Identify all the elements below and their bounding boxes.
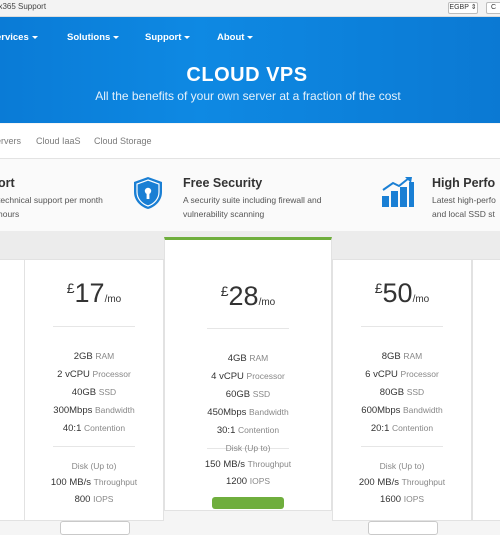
spec-ssd: 40GB SSD xyxy=(71,387,117,398)
spec-bandwidth: 450Mbps Bandwidth xyxy=(207,407,289,418)
page-subtitle: All the benefits of your own server at a… xyxy=(95,89,401,103)
chevron-down-icon xyxy=(31,35,38,39)
feature-desc-security-2: vulnerability scanning xyxy=(183,209,265,219)
spec-processor: 6 vCPU Processor xyxy=(365,369,439,380)
spec-contention: 40:1 Contention xyxy=(62,423,126,434)
divider xyxy=(53,326,135,327)
disk-heading: Disk (Up to) xyxy=(71,461,117,471)
feature-title-security: Free Security xyxy=(183,176,263,190)
subnav-item-servers[interactable]: ervers xyxy=(0,136,21,146)
spec-ssd: 80GB SSD xyxy=(379,387,425,398)
support-link[interactable]: 7x365 Support xyxy=(0,2,46,11)
hero-banner: ervices Solutions Support About CLOUD VP… xyxy=(0,17,500,123)
nav-item-support[interactable]: Support xyxy=(145,32,191,43)
disk-heading: Disk (Up to) xyxy=(225,443,271,453)
spec-throughput: 150 MB/s Throughput xyxy=(204,459,292,470)
divider xyxy=(207,328,289,329)
spec-bandwidth: 600Mbps Bandwidth xyxy=(361,405,443,416)
spec-contention: 20:1 Contention xyxy=(370,423,434,434)
pricing-section: £17/mo 2GB RAM 2 vCPU Processor 40GB SSD… xyxy=(0,231,500,535)
pricing-card-plan-3: £50/mo 8GB RAM 6 vCPU Processor 80GB SSD… xyxy=(332,259,472,535)
feature-title-performance: High Perfo xyxy=(432,176,496,190)
chevron-down-icon xyxy=(113,35,120,39)
currency-select[interactable]: EGBP ⇕ xyxy=(448,2,478,14)
nav-item-solutions[interactable]: Solutions xyxy=(67,32,120,43)
bar-chart-growth-icon xyxy=(382,177,414,207)
divider xyxy=(361,446,443,447)
plan-price: £28/mo xyxy=(220,281,276,311)
spec-ram: 8GB RAM xyxy=(381,351,423,362)
nav-item-services[interactable]: ervices xyxy=(0,32,38,43)
chevron-down-icon xyxy=(247,35,254,39)
select-plan-1-button[interactable] xyxy=(60,521,130,535)
feature-desc-support-1: technical support per month xyxy=(0,195,103,205)
spec-ram: 4GB RAM xyxy=(227,353,269,364)
shield-lock-icon xyxy=(134,177,162,209)
select-plan-2-button[interactable] xyxy=(212,497,284,509)
spec-iops: 1200 IOPS xyxy=(225,476,271,487)
account-button[interactable]: C xyxy=(486,2,500,14)
pricing-card-partial-left xyxy=(0,259,25,521)
divider xyxy=(53,446,135,447)
divider xyxy=(361,326,443,327)
disk-heading: Disk (Up to) xyxy=(379,461,425,471)
spec-processor: 4 vCPU Processor xyxy=(211,371,285,382)
chevron-down-icon xyxy=(184,35,191,39)
nav-item-about[interactable]: About xyxy=(217,32,254,43)
pricing-card-partial-right xyxy=(472,259,500,521)
sub-navigation: ervers Cloud IaaS Cloud Storage xyxy=(0,124,500,159)
pricing-card-plan-2-featured: £28/mo 4GB RAM 4 vCPU Processor 60GB SSD… xyxy=(164,237,332,511)
select-plan-3-button[interactable] xyxy=(368,521,438,535)
feature-desc-support-2: hours xyxy=(0,209,20,219)
feature-desc-performance-1: Latest high-perfo xyxy=(432,195,496,205)
spec-throughput: 100 MB/s Throughput xyxy=(50,477,138,488)
spec-contention: 30:1 Contention xyxy=(216,425,280,436)
spec-bandwidth: 300Mbps Bandwidth xyxy=(53,405,135,416)
features-row: ort technical support per month hours Fr… xyxy=(0,159,500,231)
pricing-card-plan-1: £17/mo 2GB RAM 2 vCPU Processor 40GB SSD… xyxy=(24,259,164,535)
page-title: CLOUD VPS xyxy=(186,64,308,86)
plan-price: £50/mo xyxy=(374,278,430,308)
spec-ram: 2GB RAM xyxy=(73,351,115,362)
subnav-item-cloud-storage[interactable]: Cloud Storage xyxy=(94,136,152,146)
plan-price: £17/mo xyxy=(66,278,122,308)
subnav-item-cloud-iaas[interactable]: Cloud IaaS xyxy=(36,136,81,146)
spec-throughput: 200 MB/s Throughput xyxy=(358,477,446,488)
top-utility-bar: 7x365 Support EGBP ⇕ C xyxy=(0,0,500,17)
feature-title-support: ort xyxy=(0,176,15,190)
spec-ssd: 60GB SSD xyxy=(225,389,271,400)
feature-desc-security-1: A security suite including firewall and xyxy=(183,195,322,205)
spec-processor: 2 vCPU Processor xyxy=(57,369,131,380)
feature-desc-performance-2: and local SSD st xyxy=(432,209,495,219)
